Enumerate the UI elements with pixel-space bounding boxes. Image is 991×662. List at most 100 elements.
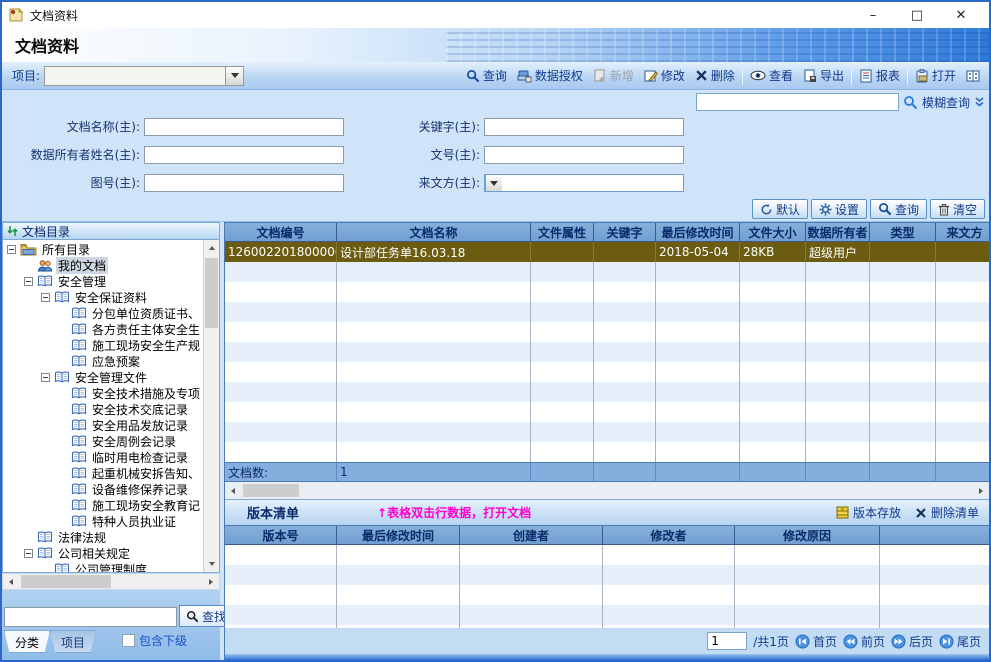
include-sub-checkbox[interactable] bbox=[122, 634, 135, 647]
scroll-left-arrow[interactable] bbox=[225, 482, 241, 499]
tree-search-input[interactable] bbox=[4, 607, 177, 627]
tree-collapse-toggle[interactable] bbox=[41, 373, 50, 382]
project-combobox[interactable] bbox=[44, 66, 244, 86]
tree-item[interactable]: 安全周例会记录 bbox=[3, 433, 203, 449]
settings-button[interactable]: 设置 bbox=[811, 199, 867, 219]
first-page-button[interactable]: 首页 bbox=[795, 633, 837, 650]
tree-item[interactable]: 公司相关规定 bbox=[3, 545, 203, 561]
tree-item[interactable]: 安全管理 bbox=[3, 273, 203, 289]
source-combobox-dropdown[interactable] bbox=[485, 175, 502, 191]
source-combobox[interactable] bbox=[484, 174, 684, 192]
table-row[interactable] bbox=[225, 362, 989, 382]
tree-collapse-toggle[interactable] bbox=[24, 549, 33, 558]
version-clear-button[interactable]: 删除清单 bbox=[915, 504, 979, 521]
owner-name-field[interactable] bbox=[144, 146, 344, 164]
search-icon[interactable] bbox=[903, 95, 918, 110]
fuzzy-search-input[interactable] bbox=[696, 93, 899, 111]
doc-number-field[interactable] bbox=[484, 146, 684, 164]
scroll-down-arrow[interactable] bbox=[204, 556, 219, 572]
tree-vertical-scrollbar[interactable] bbox=[203, 240, 219, 572]
table-row[interactable] bbox=[225, 402, 989, 422]
toolbar-button-report[interactable]: 报表 bbox=[854, 65, 905, 86]
prev-page-button[interactable]: 前页 bbox=[843, 633, 885, 650]
tree-item[interactable]: 起重机械安拆告知、 bbox=[3, 465, 203, 481]
table-row[interactable] bbox=[225, 262, 989, 282]
tree-item[interactable]: 各方责任主体安全生 bbox=[3, 321, 203, 337]
drawing-number-field[interactable] bbox=[144, 174, 344, 192]
tree-item[interactable]: 我的文档 bbox=[3, 257, 203, 273]
tree-item[interactable]: 施工现场安全生产规 bbox=[3, 337, 203, 353]
minimize-button[interactable]: – bbox=[851, 3, 895, 27]
toolbar-button-columns[interactable] bbox=[961, 67, 985, 85]
column-header[interactable]: 最后修改时间 bbox=[656, 223, 740, 241]
column-header[interactable]: 文件属性 bbox=[531, 223, 594, 241]
clear-button[interactable]: 清空 bbox=[930, 199, 985, 219]
table-row[interactable] bbox=[225, 585, 989, 605]
keyword-field[interactable] bbox=[484, 118, 684, 136]
tree-item[interactable]: 特种人员执业证 bbox=[3, 513, 203, 529]
tree-item[interactable]: 临时用电检查记录 bbox=[3, 449, 203, 465]
tree-collapse-toggle[interactable] bbox=[7, 245, 16, 254]
toolbar-button-delete[interactable]: 删除 bbox=[690, 65, 740, 86]
tree-item[interactable]: 法律法规 bbox=[3, 529, 203, 545]
refresh-icon[interactable] bbox=[7, 225, 18, 237]
table-row[interactable] bbox=[225, 282, 989, 302]
tab-category[interactable]: 分类 bbox=[4, 630, 50, 653]
tree-collapse-toggle[interactable] bbox=[24, 277, 33, 286]
table-row[interactable] bbox=[225, 605, 989, 625]
column-header[interactable]: 创建者 bbox=[460, 526, 603, 544]
toolbar-button-open[interactable]: 打开 bbox=[910, 65, 961, 86]
column-header[interactable]: 版本号 bbox=[225, 526, 337, 544]
table-row[interactable] bbox=[225, 545, 989, 565]
column-header[interactable]: 文档编号 bbox=[225, 223, 337, 241]
scroll-thumb[interactable] bbox=[243, 484, 299, 497]
toolbar-button-grant[interactable]: 数据授权 bbox=[512, 65, 588, 86]
table-row[interactable]: 1260022018000002设计部任务单16.03.182018-05-04… bbox=[225, 242, 989, 262]
table-row[interactable] bbox=[225, 302, 989, 322]
scroll-left-arrow[interactable] bbox=[3, 574, 19, 589]
table-row[interactable] bbox=[225, 422, 989, 442]
scroll-right-arrow[interactable] bbox=[203, 574, 219, 589]
toolbar-button-search[interactable]: 查询 bbox=[461, 65, 512, 86]
column-header[interactable]: 修改者 bbox=[603, 526, 735, 544]
next-page-button[interactable]: 后页 bbox=[891, 633, 933, 650]
table-row[interactable] bbox=[225, 322, 989, 342]
page-number-input[interactable] bbox=[707, 632, 747, 650]
tree-item[interactable]: 应急预案 bbox=[3, 353, 203, 369]
last-page-button[interactable]: 尾页 bbox=[939, 633, 981, 650]
tree-collapse-toggle[interactable] bbox=[41, 293, 50, 302]
scroll-thumb[interactable] bbox=[21, 575, 111, 588]
tree-item[interactable]: 分包单位资质证书、 bbox=[3, 305, 203, 321]
tree-item[interactable]: 公司管理制度 bbox=[3, 561, 203, 572]
column-header[interactable]: 关键字 bbox=[594, 223, 656, 241]
chevron-double-down-icon[interactable] bbox=[974, 96, 985, 108]
tree-item[interactable]: 安全技术措施及专项 bbox=[3, 385, 203, 401]
column-header[interactable]: 修改原因 bbox=[735, 526, 880, 544]
column-header[interactable]: 文档名称 bbox=[337, 223, 531, 241]
table-row[interactable] bbox=[225, 342, 989, 362]
tree-item[interactable]: 安全保证资料 bbox=[3, 289, 203, 305]
column-header[interactable]: 最后修改时间 bbox=[337, 526, 460, 544]
column-header[interactable]: 类型 bbox=[870, 223, 936, 241]
tree-item[interactable]: 安全管理文件 bbox=[3, 369, 203, 385]
scroll-thumb[interactable] bbox=[205, 258, 218, 328]
include-sub-option[interactable]: 包含下级 bbox=[122, 630, 187, 649]
maximize-button[interactable]: □ bbox=[895, 3, 939, 27]
toolbar-button-export[interactable]: 导出 bbox=[798, 65, 849, 86]
tab-project[interactable]: 项目 bbox=[50, 630, 96, 653]
column-header[interactable] bbox=[880, 526, 991, 544]
query-button[interactable]: 查询 bbox=[870, 199, 927, 219]
close-button[interactable]: ✕ bbox=[939, 3, 983, 27]
doc-name-field[interactable] bbox=[144, 118, 344, 136]
project-combobox-dropdown[interactable] bbox=[225, 67, 243, 85]
tree-item[interactable]: 施工现场安全教育记 bbox=[3, 497, 203, 513]
table-row[interactable] bbox=[225, 442, 989, 462]
fuzzy-search-label[interactable]: 模糊查询 bbox=[922, 94, 970, 111]
tree-item[interactable]: 安全用品发放记录 bbox=[3, 417, 203, 433]
tree-item[interactable]: 设备维修保养记录 bbox=[3, 481, 203, 497]
toolbar-button-edit[interactable]: 修改 bbox=[639, 65, 690, 86]
column-header[interactable]: 数据所有者 bbox=[806, 223, 870, 241]
table-row[interactable] bbox=[225, 382, 989, 402]
toolbar-button-view[interactable]: 查看 bbox=[745, 65, 798, 86]
column-header[interactable]: 文件大小 bbox=[740, 223, 806, 241]
